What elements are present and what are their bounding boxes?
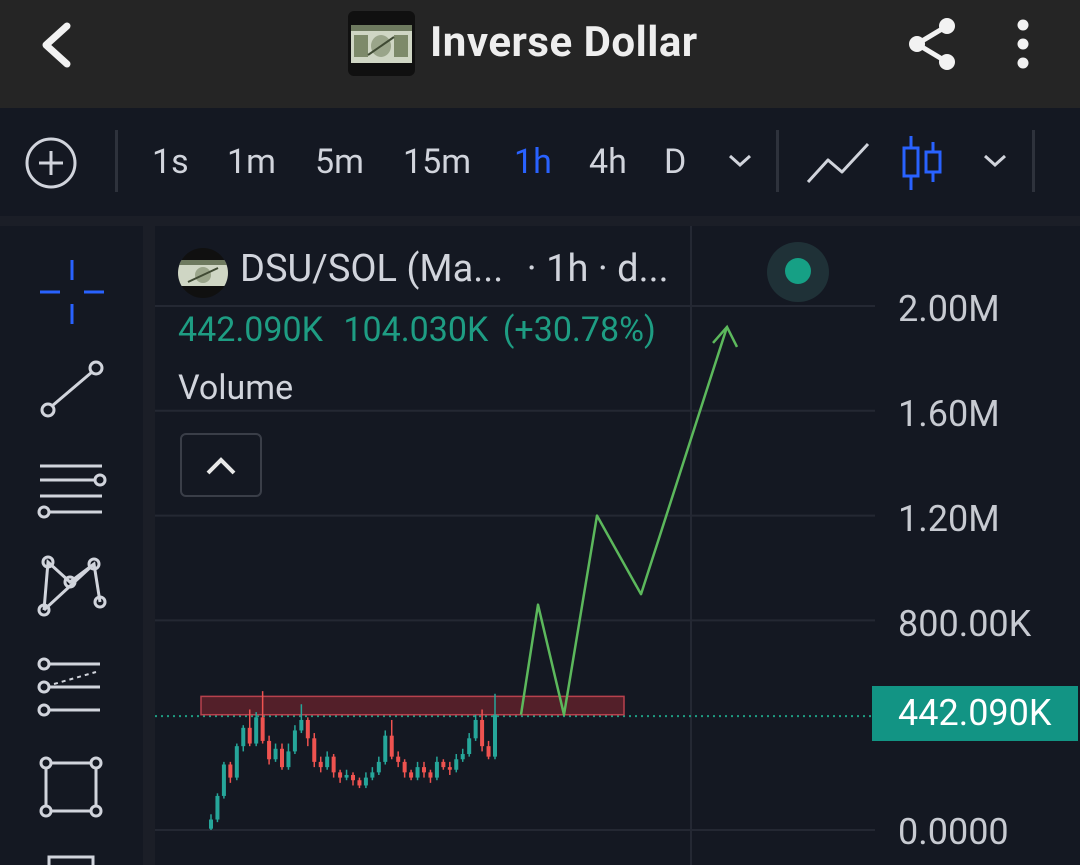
market-status-dot — [785, 258, 811, 284]
chevron-down-icon[interactable] — [982, 152, 1008, 170]
candle-body — [486, 746, 491, 757]
candle-body — [208, 819, 214, 829]
line-chart-icon[interactable] — [806, 138, 870, 188]
candle-body — [215, 795, 220, 820]
token-logo — [348, 11, 415, 76]
candle-body — [325, 756, 330, 768]
candle-body — [428, 772, 433, 778]
candle-body — [254, 717, 259, 744]
candle-body — [370, 772, 375, 778]
rectangle-icon[interactable] — [36, 754, 106, 820]
price-axis-label: 2.00M — [898, 288, 1000, 330]
candle-body — [421, 767, 427, 773]
candle-body — [241, 727, 246, 747]
collapse-legend-button[interactable] — [180, 433, 262, 497]
add-circle-icon[interactable] — [24, 136, 78, 190]
candle-body — [383, 735, 388, 762]
crosshair-icon[interactable] — [38, 258, 106, 326]
share-icon[interactable] — [905, 15, 961, 73]
candle-body — [357, 780, 362, 786]
chevron-up-icon — [206, 457, 236, 475]
toolbar-divider — [115, 130, 118, 192]
candle-body — [409, 772, 414, 778]
candle-body — [434, 761, 439, 778]
interval-5m[interactable]: 5m — [315, 142, 364, 182]
interval-d[interactable]: D — [664, 142, 686, 182]
toolbar-divider — [776, 130, 779, 192]
horizontal-lines-icon[interactable] — [34, 458, 110, 522]
candle-body — [312, 738, 317, 762]
change-pct: (+30.78%) — [502, 310, 656, 350]
projection-line — [519, 326, 729, 716]
candle-body — [286, 751, 291, 768]
pair-meta: · 1h · d... — [526, 247, 669, 291]
divider — [0, 216, 1080, 226]
pair-logo — [178, 248, 228, 298]
candle-body — [221, 764, 226, 796]
candle-body — [350, 774, 356, 781]
pattern-icon[interactable] — [34, 552, 110, 620]
candle-body — [228, 764, 233, 778]
candle-body — [454, 759, 459, 770]
interval-15m[interactable]: 15m — [403, 142, 471, 182]
candle-body — [447, 767, 452, 770]
current-price-tag: 442.090K — [872, 686, 1078, 741]
back-arrow-icon[interactable] — [34, 20, 80, 70]
candle-body — [279, 748, 285, 768]
last-price: 442.090K — [178, 310, 323, 350]
candle-body — [396, 756, 401, 762]
price-axis-label: 800.00K — [898, 603, 1032, 645]
candle-body — [415, 767, 420, 778]
price-axis-label: 0.0000 — [898, 811, 1009, 853]
candle-body — [389, 735, 394, 757]
candle-body — [267, 740, 272, 760]
price-axis-label: 1.20M — [898, 498, 1000, 540]
interval-1m[interactable]: 1m — [227, 142, 276, 182]
candle-body — [460, 754, 465, 760]
candle-body — [473, 719, 478, 739]
interval-1s[interactable]: 1s — [152, 142, 189, 182]
more-tools-icon[interactable] — [46, 852, 96, 865]
toolbar-divider — [1032, 130, 1035, 192]
candle-body — [376, 761, 381, 773]
candle-body — [338, 772, 343, 778]
interval-1h[interactable]: 1h — [514, 142, 552, 182]
candle-body — [260, 717, 265, 741]
more-vertical-icon[interactable] — [1008, 18, 1038, 70]
candle-body — [402, 761, 407, 773]
pair-title[interactable]: DSU/SOL (Ma... · 1h · d... — [240, 247, 669, 291]
trend-line-icon[interactable] — [36, 356, 108, 422]
candle-body — [344, 774, 349, 778]
ohlc-values: 442.090K 104.030K (+30.78%) — [178, 310, 656, 350]
candle-body — [331, 756, 336, 773]
candle-body — [480, 719, 485, 747]
fib-tool-icon[interactable] — [34, 654, 110, 720]
candle-body — [247, 727, 252, 744]
change-abs: 104.030K — [343, 310, 489, 350]
page-title: Inverse Dollar — [430, 18, 698, 67]
candle-body — [467, 738, 472, 755]
pair-name: DSU/SOL (Ma... — [240, 247, 504, 291]
candlestick-icon[interactable] — [900, 134, 944, 192]
candle-body — [318, 761, 323, 768]
candle-body — [273, 748, 278, 760]
price-axis-label: 1.60M — [898, 393, 1000, 435]
candle-body — [292, 730, 297, 752]
candle-body — [234, 746, 239, 778]
interval-4h[interactable]: 4h — [589, 142, 627, 182]
chevron-down-icon[interactable] — [727, 152, 753, 170]
candle-body — [363, 777, 368, 786]
volume-label[interactable]: Volume — [178, 368, 293, 408]
candle-body — [299, 719, 304, 731]
candle-body — [305, 719, 310, 739]
candle-body — [492, 714, 498, 757]
candle-body — [441, 761, 446, 768]
